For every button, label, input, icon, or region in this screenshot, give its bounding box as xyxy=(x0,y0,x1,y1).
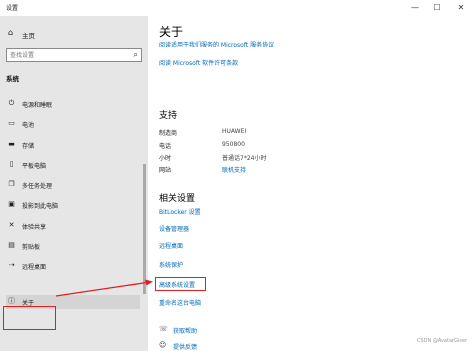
home-nav-item[interactable]: ⌂ 主页 xyxy=(8,28,138,40)
tablet-icon: ▯ xyxy=(9,160,14,168)
sidebar: ⌂ 主页 ⌕ 系统 ⏻ 电源和睡眠 ▭ 电池 ▬ 存储 ▯ 平板电脑 ❐ 多任务处理 ▣ 投影到此电脑… xyxy=(0,16,148,351)
battery-icon: ▭ xyxy=(8,119,15,127)
section-label: 系统 xyxy=(6,75,19,83)
sidebar-item-label: 体验共享 xyxy=(22,224,47,231)
sidebar-item-clipboard[interactable]: ▤ 剪贴板 xyxy=(6,239,140,253)
maximize-button[interactable]: ☐ xyxy=(426,0,448,16)
get-help-link[interactable]: 获取帮助 xyxy=(173,326,197,335)
sidebar-item-power[interactable]: ⏻ 电源和睡眠 xyxy=(6,97,140,111)
related-settings-heading: 相关设置 xyxy=(159,194,196,204)
sidebar-item-tablet[interactable]: ▯ 平板电脑 xyxy=(6,158,140,172)
annotation-box-advanced-settings xyxy=(155,277,206,291)
feedback-icon: ☺ xyxy=(159,341,167,349)
page-title: 关于 xyxy=(159,25,184,39)
sidebar-item-label: 电源和睡眠 xyxy=(22,102,53,109)
search-input[interactable] xyxy=(10,50,120,60)
support-key-phone: 电话 xyxy=(159,143,172,150)
home-icon: ⌂ xyxy=(8,28,14,37)
service-agreement-link[interactable]: 阅读适用于我们服务的 Microsoft 服务协议 xyxy=(159,40,359,47)
window-title: 设置 xyxy=(6,5,19,12)
sidebar-item-storage[interactable]: ▬ 存储 xyxy=(6,138,140,152)
system-protection-link[interactable]: 系统保护 xyxy=(159,260,183,269)
title-bar: 设置 — ☐ ✕ xyxy=(0,0,474,16)
sidebar-item-label: 剪贴板 xyxy=(22,244,41,251)
feedback-link[interactable]: 提供反馈 xyxy=(173,342,197,351)
remote-desktop-link[interactable]: 远程桌面 xyxy=(159,241,183,250)
support-key-manufacturer: 制造商 xyxy=(159,130,178,137)
search-box[interactable]: ⌕ xyxy=(6,48,142,62)
support-heading: 支持 xyxy=(159,111,178,121)
sidebar-item-battery[interactable]: ▭ 电池 xyxy=(6,117,140,131)
sidebar-item-project[interactable]: ▣ 投影到此电脑 xyxy=(6,198,140,212)
main-content: 关于 阅读适用于我们服务的 Microsoft 服务协议 阅读 Microsof… xyxy=(148,16,474,351)
watermark: CSDN @AvatarGiser xyxy=(417,338,468,344)
bitlocker-settings-link[interactable]: BitLocker 设置 xyxy=(159,207,201,216)
info-icon: ⓘ xyxy=(8,297,15,305)
sidebar-item-label: 投影到此电脑 xyxy=(22,203,59,210)
support-value-manufacturer: HUAWEI xyxy=(222,128,247,135)
license-terms-link[interactable]: 阅读 Microsoft 软件许可条款 xyxy=(159,58,238,67)
sidebar-item-label: 多任务处理 xyxy=(22,183,53,190)
sidebar-item-label: 平板电脑 xyxy=(22,163,47,170)
close-button[interactable]: ✕ xyxy=(450,0,472,16)
sidebar-item-label: 电池 xyxy=(22,122,35,129)
annotation-box-about xyxy=(3,306,56,330)
rename-pc-link[interactable]: 重命名这台电脑 xyxy=(159,298,201,307)
sidebar-item-label: 存储 xyxy=(22,143,35,150)
help-icon: ☏ xyxy=(159,325,168,333)
support-value-website-link[interactable]: 联机支持 xyxy=(222,165,246,174)
sidebar-item-share[interactable]: ✕ 体验共享 xyxy=(6,219,140,233)
device-manager-link[interactable]: 设备管理器 xyxy=(159,224,189,233)
remote-icon: ⇢ xyxy=(8,261,15,269)
power-icon: ⏻ xyxy=(8,99,15,107)
storage-icon: ▬ xyxy=(8,140,15,148)
support-key-website: 网站 xyxy=(159,167,172,174)
sidebar-scrollbar[interactable] xyxy=(143,164,146,294)
sidebar-item-remote[interactable]: ⇢ 远程桌面 xyxy=(6,259,140,273)
support-value-phone: 950800 xyxy=(222,141,245,148)
sidebar-item-multitask[interactable]: ❐ 多任务处理 xyxy=(6,178,140,192)
support-key-hours: 小时 xyxy=(159,155,172,162)
minimize-button[interactable]: — xyxy=(404,0,426,16)
project-icon: ▣ xyxy=(8,200,15,208)
home-label: 主页 xyxy=(22,32,35,40)
share-icon: ✕ xyxy=(8,221,15,229)
multitask-icon: ❐ xyxy=(8,180,15,188)
support-value-hours: 普通话7*24小时 xyxy=(222,155,267,162)
search-icon[interactable]: ⌕ xyxy=(134,50,138,60)
sidebar-item-label: 远程桌面 xyxy=(22,264,47,271)
clipboard-icon: ▤ xyxy=(8,241,15,249)
